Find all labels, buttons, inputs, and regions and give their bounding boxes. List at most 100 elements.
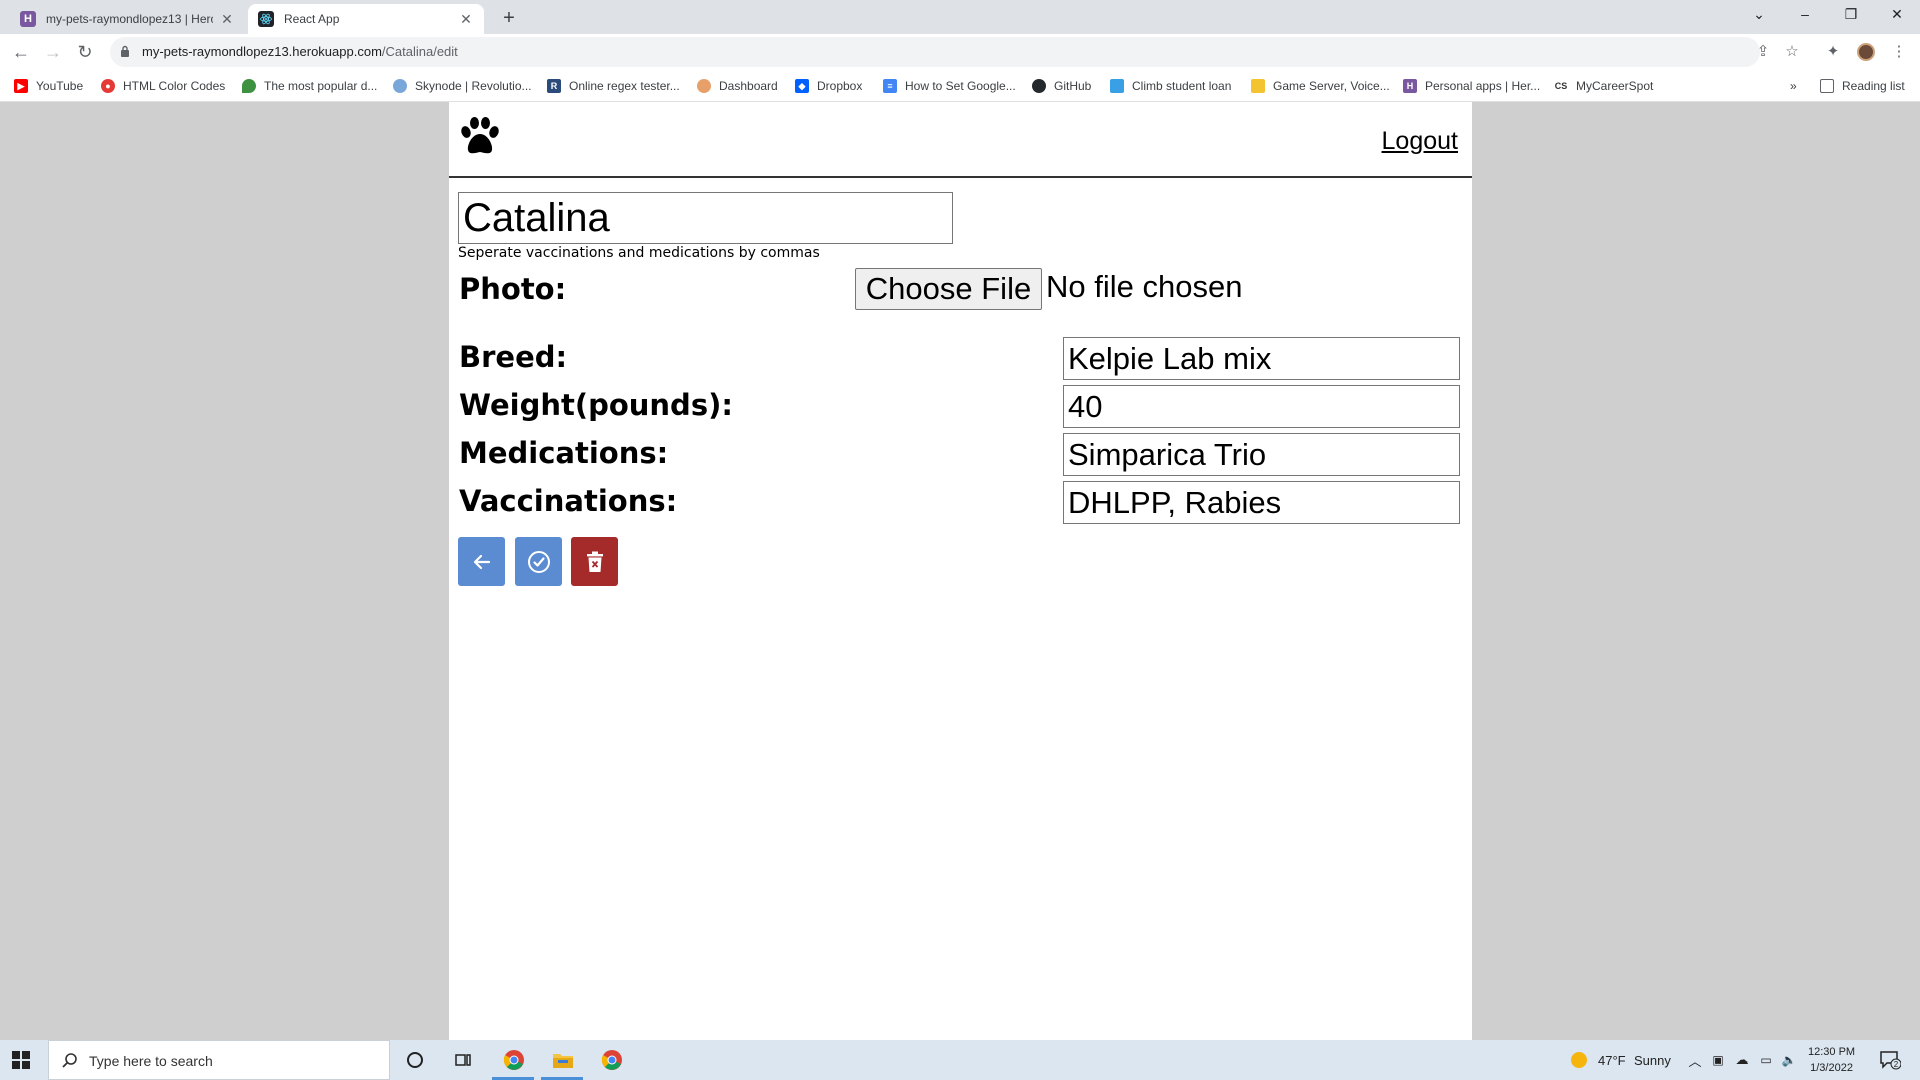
- menu-icon[interactable]: ⋮: [1886, 39, 1912, 65]
- github-icon: [1032, 79, 1046, 93]
- weight-label: Weight(pounds):: [459, 388, 733, 422]
- logout-link[interactable]: Logout: [1382, 127, 1458, 156]
- dropbox-icon: ◆: [795, 79, 809, 93]
- taskbar-search[interactable]: Type here to search: [48, 1040, 390, 1080]
- close-window-button[interactable]: ✕: [1874, 0, 1920, 30]
- bookmark-climb[interactable]: Climb student loan: [1110, 78, 1231, 94]
- game-server-icon: [1251, 79, 1265, 93]
- notifications-count: 2: [1894, 1060, 1899, 1069]
- address-bar[interactable]: my-pets-raymondlopez13.herokuapp.com/Cat…: [110, 37, 1799, 67]
- back-button[interactable]: [458, 537, 505, 586]
- docs-icon: ≡: [883, 79, 897, 93]
- bookmark-label: MyCareerSpot: [1576, 79, 1654, 93]
- reload-icon[interactable]: ↻: [72, 39, 98, 65]
- bookmark-skynode[interactable]: Skynode | Revolutio...: [393, 78, 532, 94]
- volume-icon[interactable]: 🔈: [1777, 1048, 1801, 1072]
- check-circle-icon: [527, 550, 550, 573]
- bookmark-github[interactable]: GitHub: [1032, 78, 1091, 94]
- new-tab-button[interactable]: +: [496, 6, 522, 32]
- bookmark-label: Personal apps | Her...: [1425, 79, 1541, 93]
- medications-label: Medications:: [459, 436, 669, 470]
- url-path: /Catalina/edit: [381, 44, 458, 59]
- pet-name-input[interactable]: [458, 192, 953, 244]
- minimize-button[interactable]: –: [1782, 0, 1828, 30]
- url-text: my-pets-raymondlopez13.herokuapp.com/Cat…: [142, 44, 458, 59]
- task-view-icon[interactable]: [451, 1048, 475, 1072]
- bookmark-label: The most popular d...: [264, 79, 378, 93]
- back-icon[interactable]: ←: [8, 39, 34, 65]
- meet-now-icon[interactable]: ▣: [1706, 1048, 1730, 1072]
- bookmark-star-icon[interactable]: ☆: [1782, 42, 1802, 62]
- extensions-icon[interactable]: ✦: [1820, 39, 1846, 65]
- bookmark-label: Game Server, Voice...: [1273, 79, 1390, 93]
- delete-button[interactable]: [571, 537, 618, 586]
- bookmark-most-popular[interactable]: The most popular d...: [242, 78, 377, 94]
- color-codes-icon: ●: [101, 79, 115, 93]
- paw-logo-icon[interactable]: [459, 115, 501, 157]
- leaf-icon: [242, 79, 256, 93]
- bookmarks-overflow[interactable]: »: [1790, 78, 1797, 94]
- forward-icon[interactable]: →: [40, 39, 66, 65]
- chrome-icon[interactable]: [600, 1048, 624, 1072]
- tray-chevron-icon[interactable]: ︿: [1683, 1048, 1707, 1072]
- lock-icon: [121, 45, 129, 57]
- bookmark-dashboard[interactable]: Dashboard: [697, 78, 778, 94]
- restore-button[interactable]: ❐: [1828, 0, 1874, 30]
- bookmark-html-color-codes[interactable]: ● HTML Color Codes: [101, 78, 225, 94]
- search-placeholder: Type here to search: [89, 1053, 213, 1069]
- app-page: Logout Seperate vaccinations and medicat…: [449, 102, 1472, 1040]
- bookmark-label: HTML Color Codes: [123, 79, 226, 93]
- cs-icon: CS: [1554, 79, 1568, 93]
- tab-title: React App: [284, 12, 340, 26]
- url-host: my-pets-raymondlopez13.herokuapp.com: [142, 44, 382, 59]
- bookmark-mycareerspot[interactable]: CS MyCareerSpot: [1554, 78, 1653, 94]
- system-clock[interactable]: 12:30 PM 1/3/2022: [1808, 1044, 1855, 1076]
- breed-label: Breed:: [459, 340, 568, 374]
- breed-input[interactable]: Kelpie Lab mix: [1063, 337, 1460, 380]
- vaccinations-input[interactable]: DHLPP, Rabies: [1063, 481, 1460, 524]
- climb-icon: [1110, 79, 1124, 93]
- bookmark-youtube[interactable]: ▶ YouTube: [14, 78, 83, 94]
- chrome-profile-icon[interactable]: [502, 1048, 526, 1072]
- profile-avatar[interactable]: [1857, 43, 1875, 61]
- taskbar: Type here to search 47°F Sunny ︿ ▣ ☁ ▭ 🔈…: [0, 1040, 1920, 1080]
- save-button[interactable]: [515, 537, 562, 586]
- tab-search-icon[interactable]: ⌄: [1736, 0, 1782, 30]
- arrow-left-icon: [473, 554, 490, 569]
- windows-start-icon[interactable]: [12, 1051, 30, 1069]
- bookmark-label: How to Set Google...: [905, 79, 1016, 93]
- weight-input[interactable]: 40: [1063, 385, 1460, 428]
- dashboard-icon: [697, 79, 711, 93]
- bookmark-label: GitHub: [1054, 79, 1092, 93]
- network-icon[interactable]: ▭: [1754, 1048, 1778, 1072]
- heroku-icon: H: [1403, 79, 1417, 93]
- weather-sun-icon[interactable]: [1567, 1048, 1591, 1072]
- reading-list-label: Reading list: [1842, 79, 1905, 93]
- file-explorer-icon[interactable]: [551, 1048, 575, 1072]
- medications-input[interactable]: Simparica Trio: [1063, 433, 1460, 476]
- bookmark-label: YouTube: [36, 79, 84, 93]
- share-icon[interactable]: ⇪: [1753, 42, 1773, 62]
- browser-tab-heroku[interactable]: H my-pets-raymondlopez13 | Hero ✕: [10, 4, 245, 34]
- bookmark-google-howto[interactable]: ≡ How to Set Google...: [883, 78, 1016, 94]
- bookmark-personal-apps[interactable]: H Personal apps | Her...: [1403, 78, 1540, 94]
- close-tab-icon[interactable]: ✕: [458, 11, 474, 28]
- bookmark-game-server[interactable]: Game Server, Voice...: [1251, 78, 1390, 94]
- trash-icon: [586, 551, 603, 572]
- bookmark-regex[interactable]: R Online regex tester...: [547, 78, 680, 94]
- reading-list-icon: [1820, 79, 1834, 93]
- cloud-icon: [393, 79, 407, 93]
- notifications-icon[interactable]: 2: [1878, 1048, 1902, 1072]
- onedrive-icon[interactable]: ☁: [1730, 1048, 1754, 1072]
- close-tab-icon[interactable]: ✕: [219, 11, 235, 28]
- reading-list[interactable]: Reading list: [1820, 78, 1905, 94]
- heroku-icon: H: [20, 11, 36, 27]
- bookmark-dropbox[interactable]: ◆ Dropbox: [795, 78, 862, 94]
- bookmark-label: Dropbox: [817, 79, 863, 93]
- tab-title: my-pets-raymondlopez13 | Hero: [46, 12, 213, 26]
- browser-tab-react-app[interactable]: React App ✕: [248, 4, 484, 34]
- choose-file-button[interactable]: Choose File: [855, 268, 1042, 310]
- bookmark-label: Climb student loan: [1132, 79, 1232, 93]
- bookmarks-bar: ▶ YouTube ● HTML Color Codes The most popu…: [0, 70, 1920, 102]
- cortana-icon[interactable]: [403, 1048, 427, 1072]
